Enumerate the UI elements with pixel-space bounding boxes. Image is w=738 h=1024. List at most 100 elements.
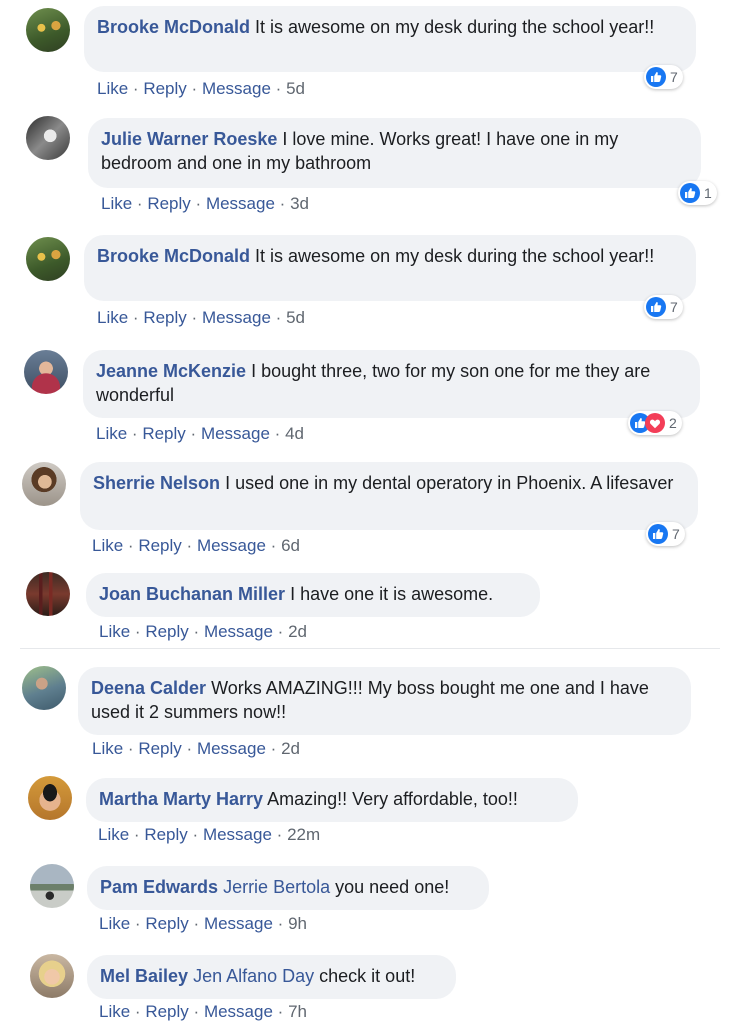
message-link[interactable]: Message bbox=[203, 825, 272, 844]
reply-link[interactable]: Reply bbox=[138, 739, 181, 758]
comment-text: Amazing!! Very affordable, too!! bbox=[267, 789, 518, 809]
reply-link[interactable]: Reply bbox=[138, 536, 181, 555]
comment-actions: Like · Reply · Message · 5d bbox=[97, 308, 305, 328]
message-link[interactable]: Message bbox=[197, 536, 266, 555]
separator: · bbox=[134, 1002, 141, 1021]
timestamp[interactable]: 22m bbox=[287, 825, 320, 844]
tagged-user[interactable]: Jerrie Bertola bbox=[223, 877, 330, 897]
timestamp[interactable]: 6d bbox=[281, 536, 300, 555]
separator: · bbox=[186, 536, 193, 555]
comment-author[interactable]: Joan Buchanan Miller bbox=[99, 584, 285, 604]
reaction-count: 7 bbox=[670, 69, 678, 85]
like-link[interactable]: Like bbox=[97, 308, 128, 327]
message-link[interactable]: Message bbox=[204, 1002, 273, 1021]
separator: · bbox=[277, 914, 284, 933]
like-link[interactable]: Like bbox=[99, 622, 130, 641]
reply-link[interactable]: Reply bbox=[147, 194, 190, 213]
reply-link[interactable]: Reply bbox=[145, 1002, 188, 1021]
comment-author[interactable]: Brooke McDonald bbox=[97, 17, 250, 37]
reaction-badge[interactable]: 7 bbox=[646, 522, 685, 546]
comment-bubble: Brooke McDonald It is awesome on my desk… bbox=[84, 235, 696, 301]
timestamp[interactable]: 5d bbox=[286, 308, 305, 327]
like-link[interactable]: Like bbox=[99, 1002, 130, 1021]
separator: · bbox=[193, 914, 200, 933]
comment-actions: Like · Reply · Message · 3d bbox=[101, 194, 309, 214]
reaction-count: 7 bbox=[670, 299, 678, 315]
reaction-badge[interactable]: 7 bbox=[644, 65, 683, 89]
avatar[interactable] bbox=[26, 572, 70, 616]
like-link[interactable]: Like bbox=[92, 536, 123, 555]
comment-text: I have one it is awesome. bbox=[290, 584, 494, 604]
comment-actions: Like · Reply · Message · 5d bbox=[97, 79, 305, 99]
avatar[interactable] bbox=[26, 8, 70, 52]
separator: · bbox=[274, 424, 281, 443]
avatar[interactable] bbox=[22, 666, 66, 710]
like-icon bbox=[646, 297, 666, 317]
avatar[interactable] bbox=[26, 116, 70, 160]
avatar[interactable] bbox=[30, 864, 74, 908]
separator: · bbox=[279, 194, 286, 213]
comment-author[interactable]: Sherrie Nelson bbox=[93, 473, 220, 493]
divider bbox=[20, 648, 720, 649]
comment-author[interactable]: Brooke McDonald bbox=[97, 246, 250, 266]
reaction-count: 7 bbox=[672, 526, 680, 542]
comment-author[interactable]: Julie Warner Roeske bbox=[101, 129, 277, 149]
reply-link[interactable]: Reply bbox=[145, 914, 188, 933]
comment-author[interactable]: Martha Marty Harry bbox=[99, 789, 263, 809]
reply-link[interactable]: Reply bbox=[143, 308, 186, 327]
separator: · bbox=[277, 622, 284, 641]
timestamp[interactable]: 9h bbox=[288, 914, 307, 933]
avatar[interactable] bbox=[24, 350, 68, 394]
comment-text: It is awesome on my desk during the scho… bbox=[255, 17, 655, 37]
separator: · bbox=[127, 536, 134, 555]
comment-author[interactable]: Jeanne McKenzie bbox=[96, 361, 246, 381]
reply-link[interactable]: Reply bbox=[143, 79, 186, 98]
timestamp[interactable]: 3d bbox=[290, 194, 309, 213]
avatar[interactable] bbox=[22, 462, 66, 506]
comment-author[interactable]: Mel Bailey bbox=[100, 966, 188, 986]
message-link[interactable]: Message bbox=[202, 79, 271, 98]
like-link[interactable]: Like bbox=[97, 79, 128, 98]
separator: · bbox=[132, 79, 139, 98]
avatar[interactable] bbox=[26, 237, 70, 281]
reaction-badge[interactable]: 7 bbox=[644, 295, 683, 319]
timestamp[interactable]: 4d bbox=[285, 424, 304, 443]
message-link[interactable]: Message bbox=[204, 914, 273, 933]
reply-link[interactable]: Reply bbox=[145, 622, 188, 641]
comment-author[interactable]: Deena Calder bbox=[91, 678, 206, 698]
comment-author[interactable]: Pam Edwards bbox=[100, 877, 218, 897]
reaction-badge[interactable]: 1 bbox=[678, 181, 717, 205]
like-link[interactable]: Like bbox=[92, 739, 123, 758]
like-icon bbox=[646, 67, 666, 87]
comment-text: check it out! bbox=[319, 966, 416, 986]
like-link[interactable]: Like bbox=[96, 424, 127, 443]
like-link[interactable]: Like bbox=[98, 825, 129, 844]
separator: · bbox=[192, 825, 199, 844]
timestamp[interactable]: 5d bbox=[286, 79, 305, 98]
avatar[interactable] bbox=[30, 954, 74, 998]
reply-link[interactable]: Reply bbox=[144, 825, 187, 844]
tagged-user[interactable]: Jen Alfano Day bbox=[193, 966, 314, 986]
timestamp[interactable]: 2d bbox=[281, 739, 300, 758]
separator: · bbox=[195, 194, 202, 213]
like-icon bbox=[680, 183, 700, 203]
like-link[interactable]: Like bbox=[101, 194, 132, 213]
timestamp[interactable]: 7h bbox=[288, 1002, 307, 1021]
comment-text: you need one! bbox=[335, 877, 450, 897]
reply-link[interactable]: Reply bbox=[142, 424, 185, 443]
message-link[interactable]: Message bbox=[201, 424, 270, 443]
comment-text: I used one in my dental operatory in Pho… bbox=[225, 473, 674, 493]
like-link[interactable]: Like bbox=[99, 914, 130, 933]
message-link[interactable]: Message bbox=[197, 739, 266, 758]
reaction-count: 2 bbox=[669, 415, 677, 431]
message-link[interactable]: Message bbox=[206, 194, 275, 213]
reaction-badge[interactable]: 2 bbox=[628, 411, 682, 435]
message-link[interactable]: Message bbox=[204, 622, 273, 641]
separator: · bbox=[270, 536, 277, 555]
avatar[interactable] bbox=[28, 776, 72, 820]
timestamp[interactable]: 2d bbox=[288, 622, 307, 641]
message-link[interactable]: Message bbox=[202, 308, 271, 327]
separator: · bbox=[134, 622, 141, 641]
separator: · bbox=[133, 825, 140, 844]
comment-bubble: Pam Edwards Jerrie Bertola you need one! bbox=[87, 866, 489, 910]
